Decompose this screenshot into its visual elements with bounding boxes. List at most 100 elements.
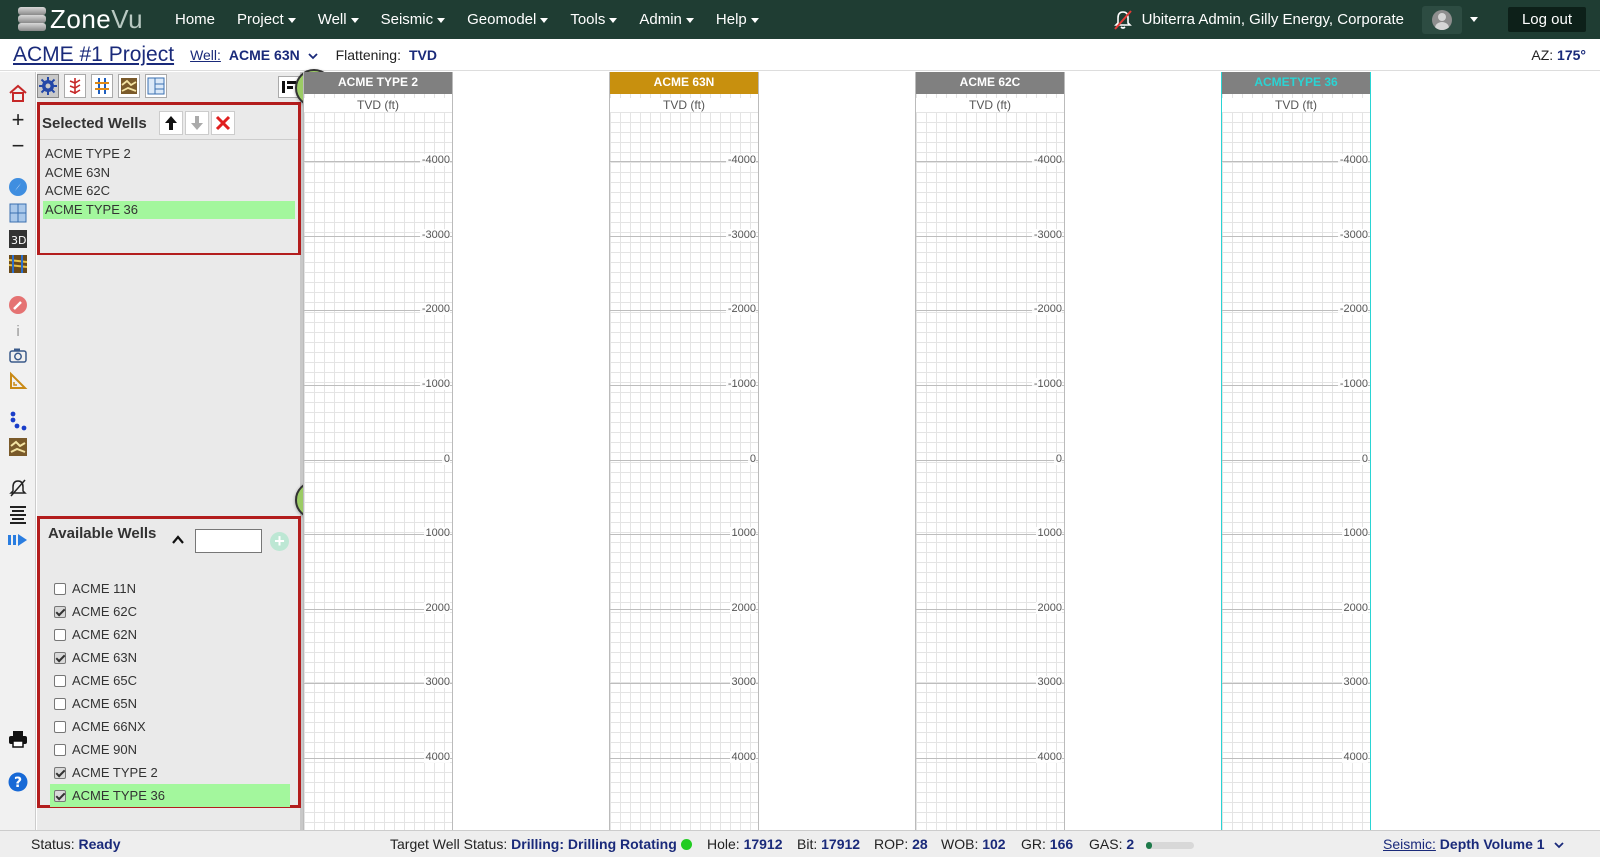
print-icon[interactable] [7, 728, 29, 750]
seismic-selector[interactable]: Seismic: Depth Volume 1 [1383, 836, 1565, 852]
wrench-icon[interactable] [7, 294, 29, 316]
tab-layout-icon[interactable] [145, 74, 167, 98]
logout-button[interactable]: Log out [1507, 7, 1586, 32]
depth-tick-label: 2000 [729, 602, 756, 614]
well-label: ACME TYPE 2 [72, 765, 158, 780]
grid-view-icon[interactable] [7, 202, 29, 224]
status-indicator-icon [680, 839, 692, 850]
track-header[interactable]: ACMETYPE 36 [1222, 72, 1370, 94]
nav-well[interactable]: Well [307, 11, 370, 28]
well-checkbox[interactable] [54, 697, 66, 710]
well-selector-label[interactable]: Well: [190, 47, 221, 63]
available-well-item[interactable]: ACME 90N [50, 738, 290, 761]
tab-well-log-icon[interactable] [64, 74, 86, 98]
well-label: ACME 66NX [72, 719, 146, 734]
wellpath-points-icon[interactable] [7, 410, 29, 432]
add-well-icon[interactable]: + [270, 532, 289, 551]
available-well-item[interactable]: ACME 11N [50, 577, 290, 600]
nav-home[interactable]: Home [164, 11, 226, 28]
export-arrow-icon[interactable] [7, 529, 29, 551]
align-lines-icon[interactable] [7, 503, 29, 525]
tab-geomodel-icon[interactable] [118, 74, 140, 98]
help-icon[interactable]: ? [7, 771, 29, 793]
available-well-item[interactable]: ACME 62N [50, 623, 290, 646]
well-track[interactable]: ACME TYPE 2 TVD (ft) -4000 -3000 -2000 -1000 0… [303, 72, 453, 830]
available-well-item[interactable]: ACME TYPE 2 [50, 761, 290, 784]
well-checkbox[interactable] [54, 789, 66, 802]
ruler-icon[interactable] [7, 370, 29, 392]
available-wells-filter-input[interactable] [195, 529, 262, 553]
available-well-item[interactable]: ACME TYPE 36 [50, 784, 290, 807]
well-checkbox[interactable] [54, 582, 66, 595]
depth-tick-label: 0 [747, 453, 756, 465]
depth-tick-label: 3000 [1341, 676, 1368, 688]
well-checkbox[interactable] [54, 651, 66, 664]
info-icon[interactable]: i [7, 320, 29, 342]
move-down-button[interactable] [185, 111, 209, 135]
flattening-label: Flattening: [335, 46, 401, 63]
selected-well-item[interactable]: ACME 63N [43, 164, 295, 182]
zoom-out-icon[interactable]: − [7, 133, 29, 158]
depth-tick-label: 1000 [1341, 527, 1368, 539]
well-checkbox[interactable] [54, 720, 66, 733]
cross-section-view[interactable]: ACME TYPE 2 TVD (ft) -4000 -3000 -2000 -1000 0… [303, 72, 1600, 830]
home-icon[interactable] [7, 82, 29, 104]
track-unit-label: TVD (ft) [1222, 98, 1370, 112]
depth-tick-label: 4000 [423, 751, 450, 763]
flattening-value[interactable]: TVD [409, 47, 437, 63]
nav-tools[interactable]: Tools [559, 11, 628, 28]
tab-tops-icon[interactable] [91, 74, 113, 98]
available-well-item[interactable]: ACME 65N [50, 692, 290, 715]
selected-wells-title: Selected Wells [42, 115, 147, 132]
nav-help[interactable]: Help [705, 11, 770, 28]
track-header[interactable]: ACME TYPE 2 [304, 72, 452, 94]
well-selector[interactable]: ACME 63N [229, 47, 318, 63]
nav-project[interactable]: Project [226, 11, 307, 28]
well-checkbox[interactable] [54, 674, 66, 687]
depth-tick-label: 0 [1053, 453, 1062, 465]
depth-gridline [916, 460, 1064, 461]
zonevu-logo[interactable]: ZoneVu [16, 4, 156, 35]
camera-icon[interactable] [7, 344, 29, 366]
well-track[interactable]: ACMETYPE 36 TVD (ft) -4000 -3000 -2000 -1000 0… [1221, 72, 1371, 830]
selected-well-item[interactable]: ACME TYPE 36 [43, 201, 295, 220]
user-menu-caret-icon[interactable] [1469, 17, 1478, 22]
notifications-off-icon[interactable] [1112, 9, 1134, 31]
tab-settings-gear-icon[interactable] [37, 74, 59, 98]
zoom-in-icon[interactable]: + [7, 107, 29, 132]
well-track[interactable]: ACME 62C TVD (ft) -4000 -3000 -2000 -1000 0 100… [915, 72, 1065, 830]
well-checkbox[interactable] [54, 605, 66, 618]
available-well-item[interactable]: ACME 63N [50, 646, 290, 669]
chevron-up-icon[interactable] [171, 533, 185, 547]
depth-tick-label: -1000 [1337, 378, 1368, 390]
alerts-off-icon[interactable] [7, 477, 29, 499]
nav-geomodel[interactable]: Geomodel [456, 11, 559, 28]
available-well-item[interactable]: ACME 62C [50, 600, 290, 623]
caret-down-icon [287, 17, 296, 23]
move-up-button[interactable] [159, 111, 183, 135]
nav-admin[interactable]: Admin [628, 11, 705, 28]
well-checkbox[interactable] [54, 628, 66, 641]
selected-well-item[interactable]: ACME TYPE 2 [43, 145, 295, 163]
available-well-item[interactable]: ACME 66NX [50, 715, 290, 738]
track-header[interactable]: ACME 63N [610, 72, 758, 94]
well-checkbox[interactable] [54, 743, 66, 756]
cross-section-icon[interactable] [7, 253, 29, 275]
track-header[interactable]: ACME 62C [916, 72, 1064, 94]
wob-value: WOB: 102 [941, 836, 1006, 852]
project-title[interactable]: ACME #1 Project [13, 43, 174, 67]
compass-icon[interactable] [7, 176, 29, 198]
nav-seismic[interactable]: Seismic [370, 11, 457, 28]
well-checkbox[interactable] [54, 766, 66, 779]
chevron-down-icon [1554, 842, 1565, 849]
selected-well-item[interactable]: ACME 62C [43, 182, 295, 200]
geomodel-icon[interactable] [7, 436, 29, 458]
3d-view-icon[interactable]: 3D [7, 228, 29, 250]
available-well-item[interactable]: ACME 65C [50, 669, 290, 692]
depth-tick-label: -3000 [419, 229, 450, 241]
well-track[interactable]: ACME 63N TVD (ft) -4000 -3000 -2000 -1000 0 100… [609, 72, 759, 830]
avatar[interactable] [1421, 5, 1462, 34]
depth-tick-label: 1000 [729, 527, 756, 539]
remove-well-button[interactable] [211, 111, 235, 135]
track-unit-label: TVD (ft) [304, 98, 452, 112]
